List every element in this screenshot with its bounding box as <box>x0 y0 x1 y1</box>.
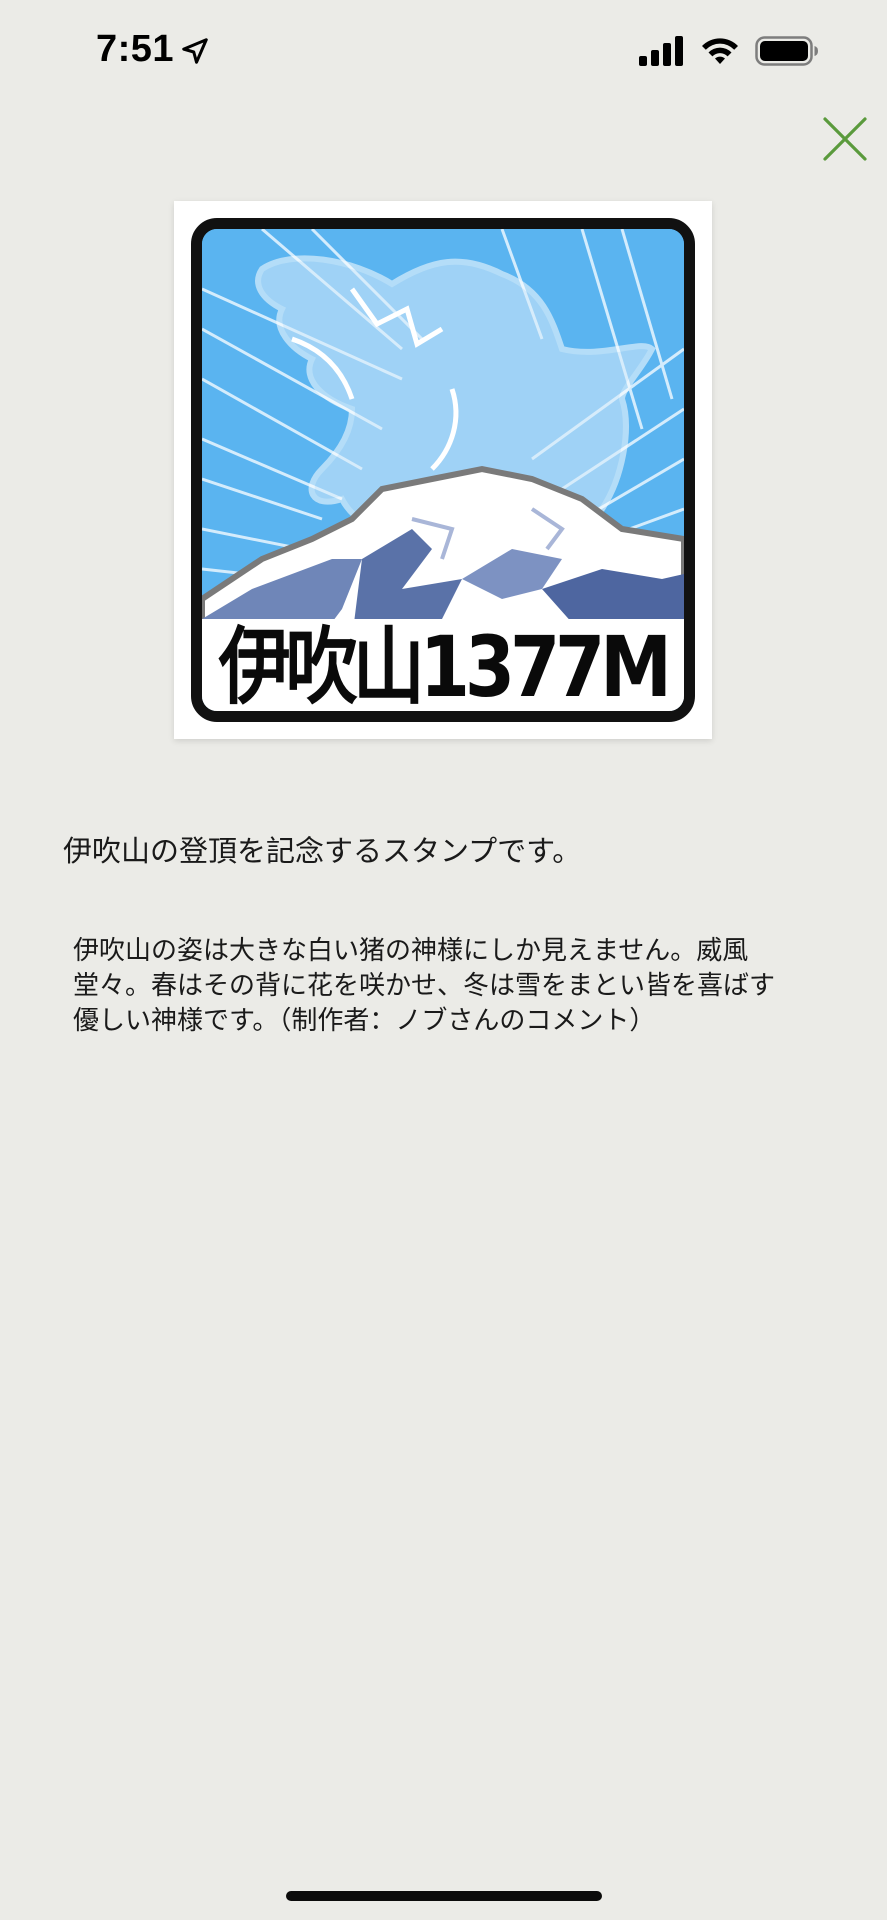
stamp-label: 伊吹山1377M <box>218 618 673 716</box>
close-button[interactable] <box>822 116 868 162</box>
stamp-label-band: 伊吹山1377M <box>202 619 684 711</box>
status-indicators <box>639 36 819 66</box>
stamp-headline: 伊吹山の登頂を記念するスタンプです。 <box>63 834 582 868</box>
creator-comment: 伊吹山の姿は大きな白い猪の神様にしか見えません。威風 堂々。春はその背に花を咲か… <box>73 936 776 1036</box>
stamp-frame: 伊吹山1377M <box>191 218 695 722</box>
status-time: 7:51 <box>96 28 175 70</box>
cellular-signal-icon <box>639 36 683 66</box>
wifi-icon <box>702 38 738 64</box>
close-icon <box>823 117 867 161</box>
location-arrow-icon <box>182 37 208 64</box>
stamp-image: 伊吹山1377M <box>174 201 712 739</box>
battery-icon <box>755 36 818 66</box>
home-indicator[interactable] <box>286 1891 602 1901</box>
status-bar: 7:51 <box>0 0 887 110</box>
status-time-group: 7:51 <box>96 28 210 71</box>
